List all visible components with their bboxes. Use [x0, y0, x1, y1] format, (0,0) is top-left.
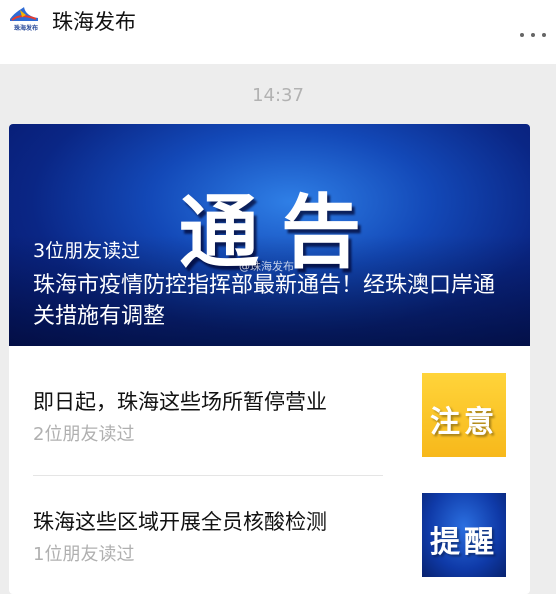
article-title: 珠海这些区域开展全员核酸检测 [33, 510, 327, 534]
article-friends-read: 1位朋友读过 [33, 544, 135, 565]
hero-article[interactable]: 通告 @珠海发布 3位朋友读过 珠海市疫情防控指挥部最新通告！经珠澳口岸通关措施… [9, 124, 530, 346]
article-card: 通告 @珠海发布 3位朋友读过 珠海市疫情防控指挥部最新通告！经珠澳口岸通关措施… [9, 124, 530, 594]
logo-caption: 珠海发布 [13, 25, 38, 32]
message-timestamp: 14:37 [252, 85, 304, 106]
article-title: 即日起，珠海这些场所暂停营业 [33, 390, 327, 414]
article-thumbnail: 注意 [422, 373, 506, 457]
account-name: 珠海发布 [52, 10, 136, 34]
hero-title: 珠海市疫情防控指挥部最新通告！经珠澳口岸通关措施有调整 [33, 273, 496, 329]
more-dots-icon[interactable] [520, 28, 546, 42]
thumbnail-text: 注意 [430, 405, 498, 440]
article-thumbnail: 提醒 [422, 493, 506, 577]
article-item[interactable]: 珠海这些区域开展全员核酸检测 1位朋友读过 提醒 [9, 476, 530, 586]
hero-friends-read: 3位朋友读过 [33, 240, 141, 262]
chat-header: 珠海发布 珠海发布 [0, 0, 556, 64]
article-friends-read: 2位朋友读过 [33, 424, 135, 445]
article-item[interactable]: 即日起，珠海这些场所暂停营业 2位朋友读过 注意 [9, 356, 530, 466]
thumbnail-text: 提醒 [430, 525, 498, 560]
